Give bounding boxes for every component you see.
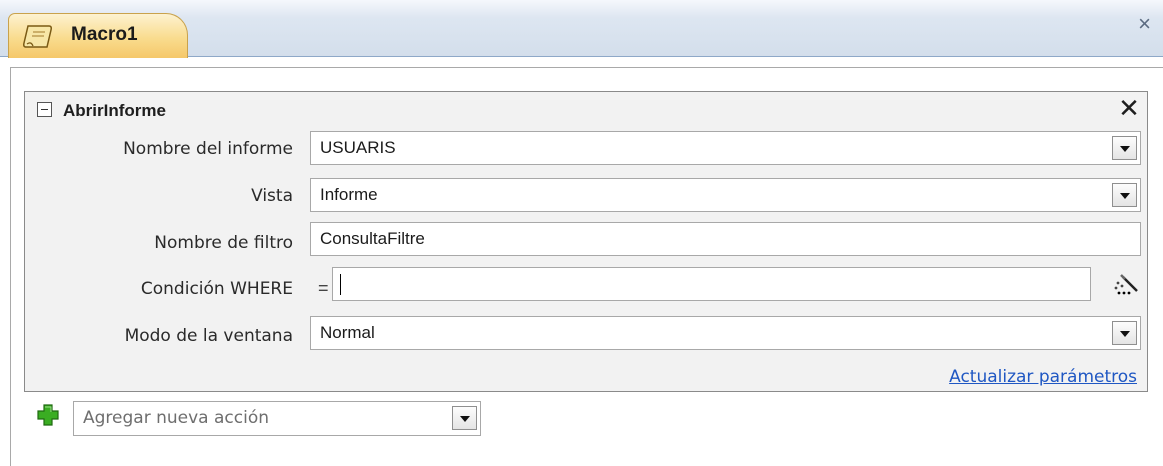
window-mode-value: Normal [320,323,375,342]
close-tab-icon[interactable]: × [1138,13,1151,35]
action-name: AbrirInforme [63,101,166,120]
where-condition-input[interactable] [332,267,1091,301]
window-mode-select[interactable]: Normal [310,316,1141,350]
view-value: Informe [320,185,378,204]
label-modo-de-la-ventana: Modo de la ventana [124,326,293,346]
tab-title: Macro1 [71,24,138,45]
where-equals-sign: = [318,278,329,298]
add-new-action-combo[interactable]: Agregar nueva acción [73,401,481,436]
label-vista: Vista [251,186,293,206]
chevron-down-icon[interactable] [1112,136,1137,160]
chevron-down-icon[interactable] [452,406,477,430]
report-name-select[interactable]: USUARIS [310,131,1141,165]
update-parameters-link[interactable]: Actualizar parámetros [949,367,1137,387]
expression-builder-icon[interactable] [1108,267,1142,301]
label-condicion-where: Condición WHERE [140,279,293,299]
filter-name-input[interactable]: ConsultaFiltre [310,222,1141,256]
label-nombre-del-informe: Nombre del informe [123,139,293,159]
macro-scroll-icon [23,25,52,48]
collapse-icon[interactable] [37,102,52,117]
text-caret [340,274,341,295]
report-name-value: USUARIS [320,138,396,157]
label-nombre-de-filtro: Nombre de filtro [154,233,293,253]
filter-name-value: ConsultaFiltre [320,229,425,248]
tab-macro1[interactable]: Macro1 [8,13,188,58]
delete-action-icon[interactable]: ✕ [1116,95,1142,121]
add-new-action-placeholder: Agregar nueva acción [83,408,269,428]
chevron-down-icon[interactable] [1112,321,1137,345]
add-plus-icon[interactable] [37,404,59,426]
chevron-down-icon[interactable] [1112,183,1137,207]
view-select[interactable]: Informe [310,178,1141,212]
